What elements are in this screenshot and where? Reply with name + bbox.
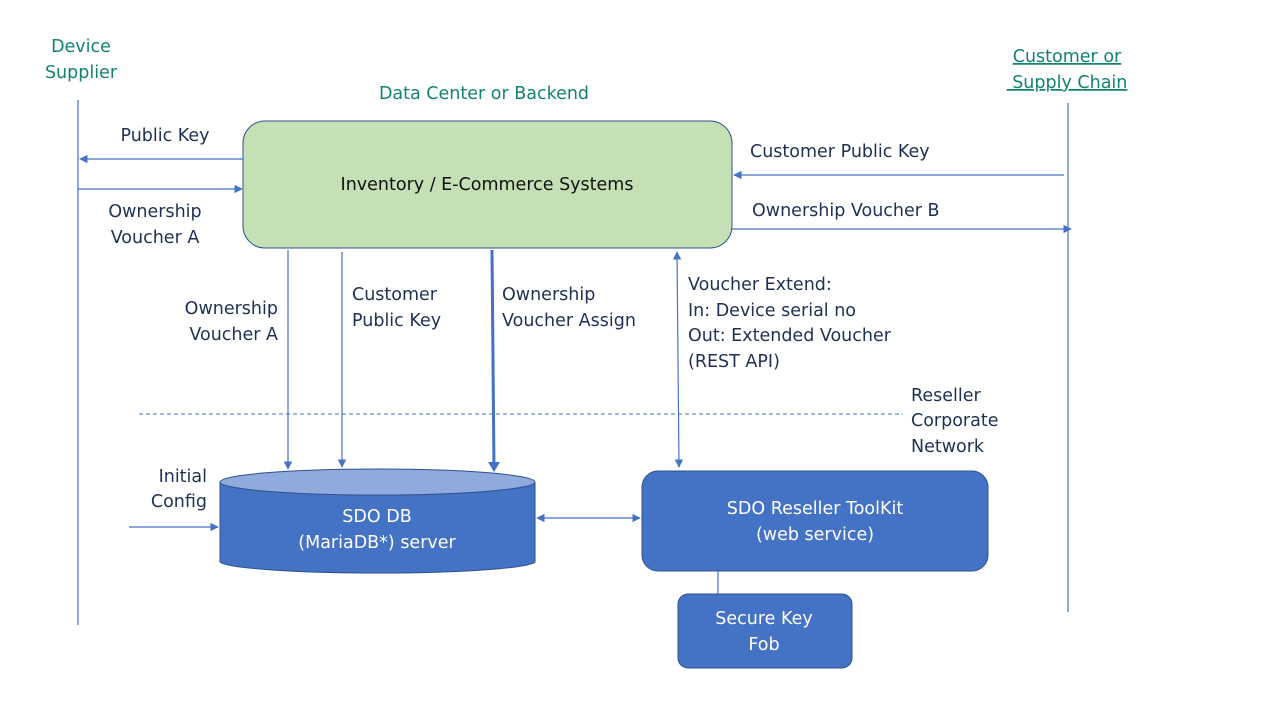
zone-label-data-center: Data Center or Backend	[379, 84, 589, 104]
flow-label-customer-public-key: Customer Public Key	[750, 142, 930, 162]
flow-label-ownership-voucher-b: Ownership Voucher B	[752, 201, 940, 221]
actor-label-line: Device	[51, 37, 111, 57]
inventory-label: Inventory / E-Commerce Systems	[341, 175, 634, 195]
flow-label-line: Ownership	[185, 299, 278, 319]
flow-label-line: (REST API)	[688, 352, 780, 372]
zone-label-line: Network	[911, 437, 985, 457]
flow-label-initial-config: Initial Config	[151, 467, 207, 512]
key-fob-label-line: Secure Key	[715, 609, 812, 629]
node-reseller-toolkit[interactable]: SDO Reseller ToolKit (web service)	[641, 470, 989, 572]
db-cylinder-top	[219, 468, 536, 496]
flow-label-line: Ownership	[108, 202, 201, 222]
toolkit-label-line: SDO Reseller ToolKit	[727, 499, 904, 519]
flow-label-voucher-assign: Ownership Voucher Assign	[502, 285, 636, 331]
flow-label-line: Voucher Assign	[502, 311, 636, 331]
flow-label-line: Voucher A	[189, 325, 278, 345]
key-fob-box	[677, 593, 853, 669]
flow-label-line: Public Key	[352, 311, 441, 331]
flow-label-line: Config	[151, 492, 207, 512]
actor-customer: Customer or Supply Chain	[1007, 47, 1128, 612]
key-fob-label-line: Fob	[748, 635, 779, 655]
node-sdo-db[interactable]: SDO DB (MariaDB*) server	[219, 468, 536, 574]
flow-label-line: Initial	[159, 467, 207, 487]
zone-label-line: Reseller	[911, 386, 982, 406]
flow-label-line: Voucher Extend:	[688, 275, 832, 295]
diagram-canvas: Device Supplier Customer or Supply Chain…	[45, 37, 1128, 669]
arrow-voucher-extend	[672, 251, 684, 468]
db-cylinder-body	[219, 482, 536, 574]
db-label-line: (MariaDB*) server	[298, 533, 456, 553]
toolkit-box	[641, 470, 989, 572]
zone-label-reseller-network: Reseller Corporate Network	[911, 386, 998, 457]
flow-label-voucher-extend: Voucher Extend: In: Device serial no Out…	[688, 275, 892, 372]
arrowhead-voucher-assign	[488, 462, 500, 472]
actor-device-supplier: Device Supplier	[45, 37, 118, 625]
toolkit-label-line: (web service)	[756, 525, 874, 545]
flow-label-line: Out: Extended Voucher	[688, 326, 892, 346]
node-secure-key-fob[interactable]: Secure Key Fob	[677, 593, 853, 669]
flow-label-line: Customer	[352, 285, 438, 305]
flow-label-db-voucher-a: Ownership Voucher A	[185, 299, 278, 345]
actor-label-line: Supplier	[45, 63, 118, 83]
db-label-line: SDO DB	[342, 507, 411, 527]
node-inventory-systems[interactable]: Inventory / E-Commerce Systems	[242, 120, 733, 249]
flow-label-db-customer-key: Customer Public Key	[352, 285, 441, 331]
flow-label-line: In: Device serial no	[688, 301, 856, 321]
flow-label-ownership-voucher-a: Ownership Voucher A	[108, 202, 201, 248]
flow-label-line: Ownership	[502, 285, 595, 305]
actor-label-line: Customer or	[1013, 47, 1122, 67]
flow-label-line: Voucher A	[111, 228, 200, 248]
flow-label-public-key: Public Key	[120, 126, 209, 146]
actor-label-line: Supply Chain	[1007, 73, 1128, 93]
arrow-voucher-assign	[490, 249, 496, 471]
zone-label-line: Corporate	[911, 411, 998, 431]
